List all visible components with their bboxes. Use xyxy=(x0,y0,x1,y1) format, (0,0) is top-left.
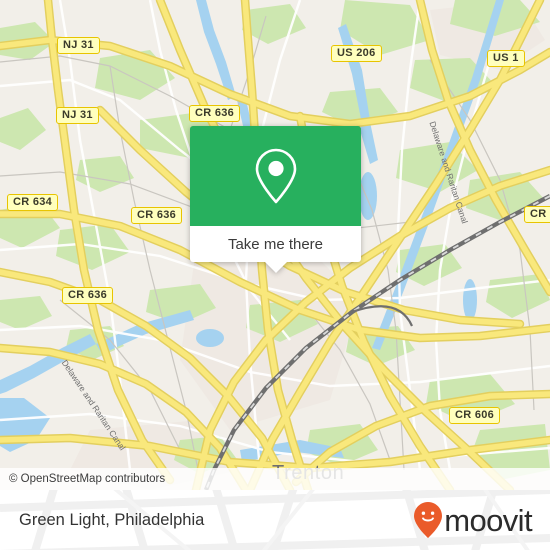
road-shield: CR 6 xyxy=(524,206,550,223)
road-shield: NJ 31 xyxy=(57,37,100,54)
map-result-screenshot: Delaware and Raritan Canal Delaware and … xyxy=(0,0,550,550)
callout-action-area[interactable]: Take me there xyxy=(190,226,361,273)
place-title: Green Light, Philadelphia xyxy=(19,510,205,529)
road-shield: US 206 xyxy=(331,45,382,62)
road-shield: US 1 xyxy=(487,50,525,67)
road-shield: NJ 31 xyxy=(56,107,99,124)
road-shield: CR 634 xyxy=(7,194,59,211)
map-attribution: © OpenStreetMap contributors xyxy=(0,468,550,490)
road-shield: CR 636 xyxy=(189,105,241,122)
road-shield: CR 606 xyxy=(449,407,501,424)
attribution-text: © OpenStreetMap contributors xyxy=(9,473,166,485)
take-me-there-label: Take me there xyxy=(227,235,324,253)
map-canvas[interactable]: Delaware and Raritan Canal Delaware and … xyxy=(0,0,550,490)
moovit-pin-smiley-icon xyxy=(414,502,443,538)
road-shield: CR 636 xyxy=(131,207,183,224)
callout-icon-area xyxy=(190,126,361,226)
moovit-wordmark: moovit xyxy=(444,502,532,538)
footer-bar: Green Light, Philadelphia moovit xyxy=(0,490,550,550)
road-shield: CR 636 xyxy=(62,287,114,304)
map-pin-icon xyxy=(255,148,296,204)
callout-pointer-tail xyxy=(264,262,287,273)
moovit-brand[interactable]: moovit xyxy=(413,501,533,539)
location-callout-card[interactable]: Take me there xyxy=(190,126,361,273)
